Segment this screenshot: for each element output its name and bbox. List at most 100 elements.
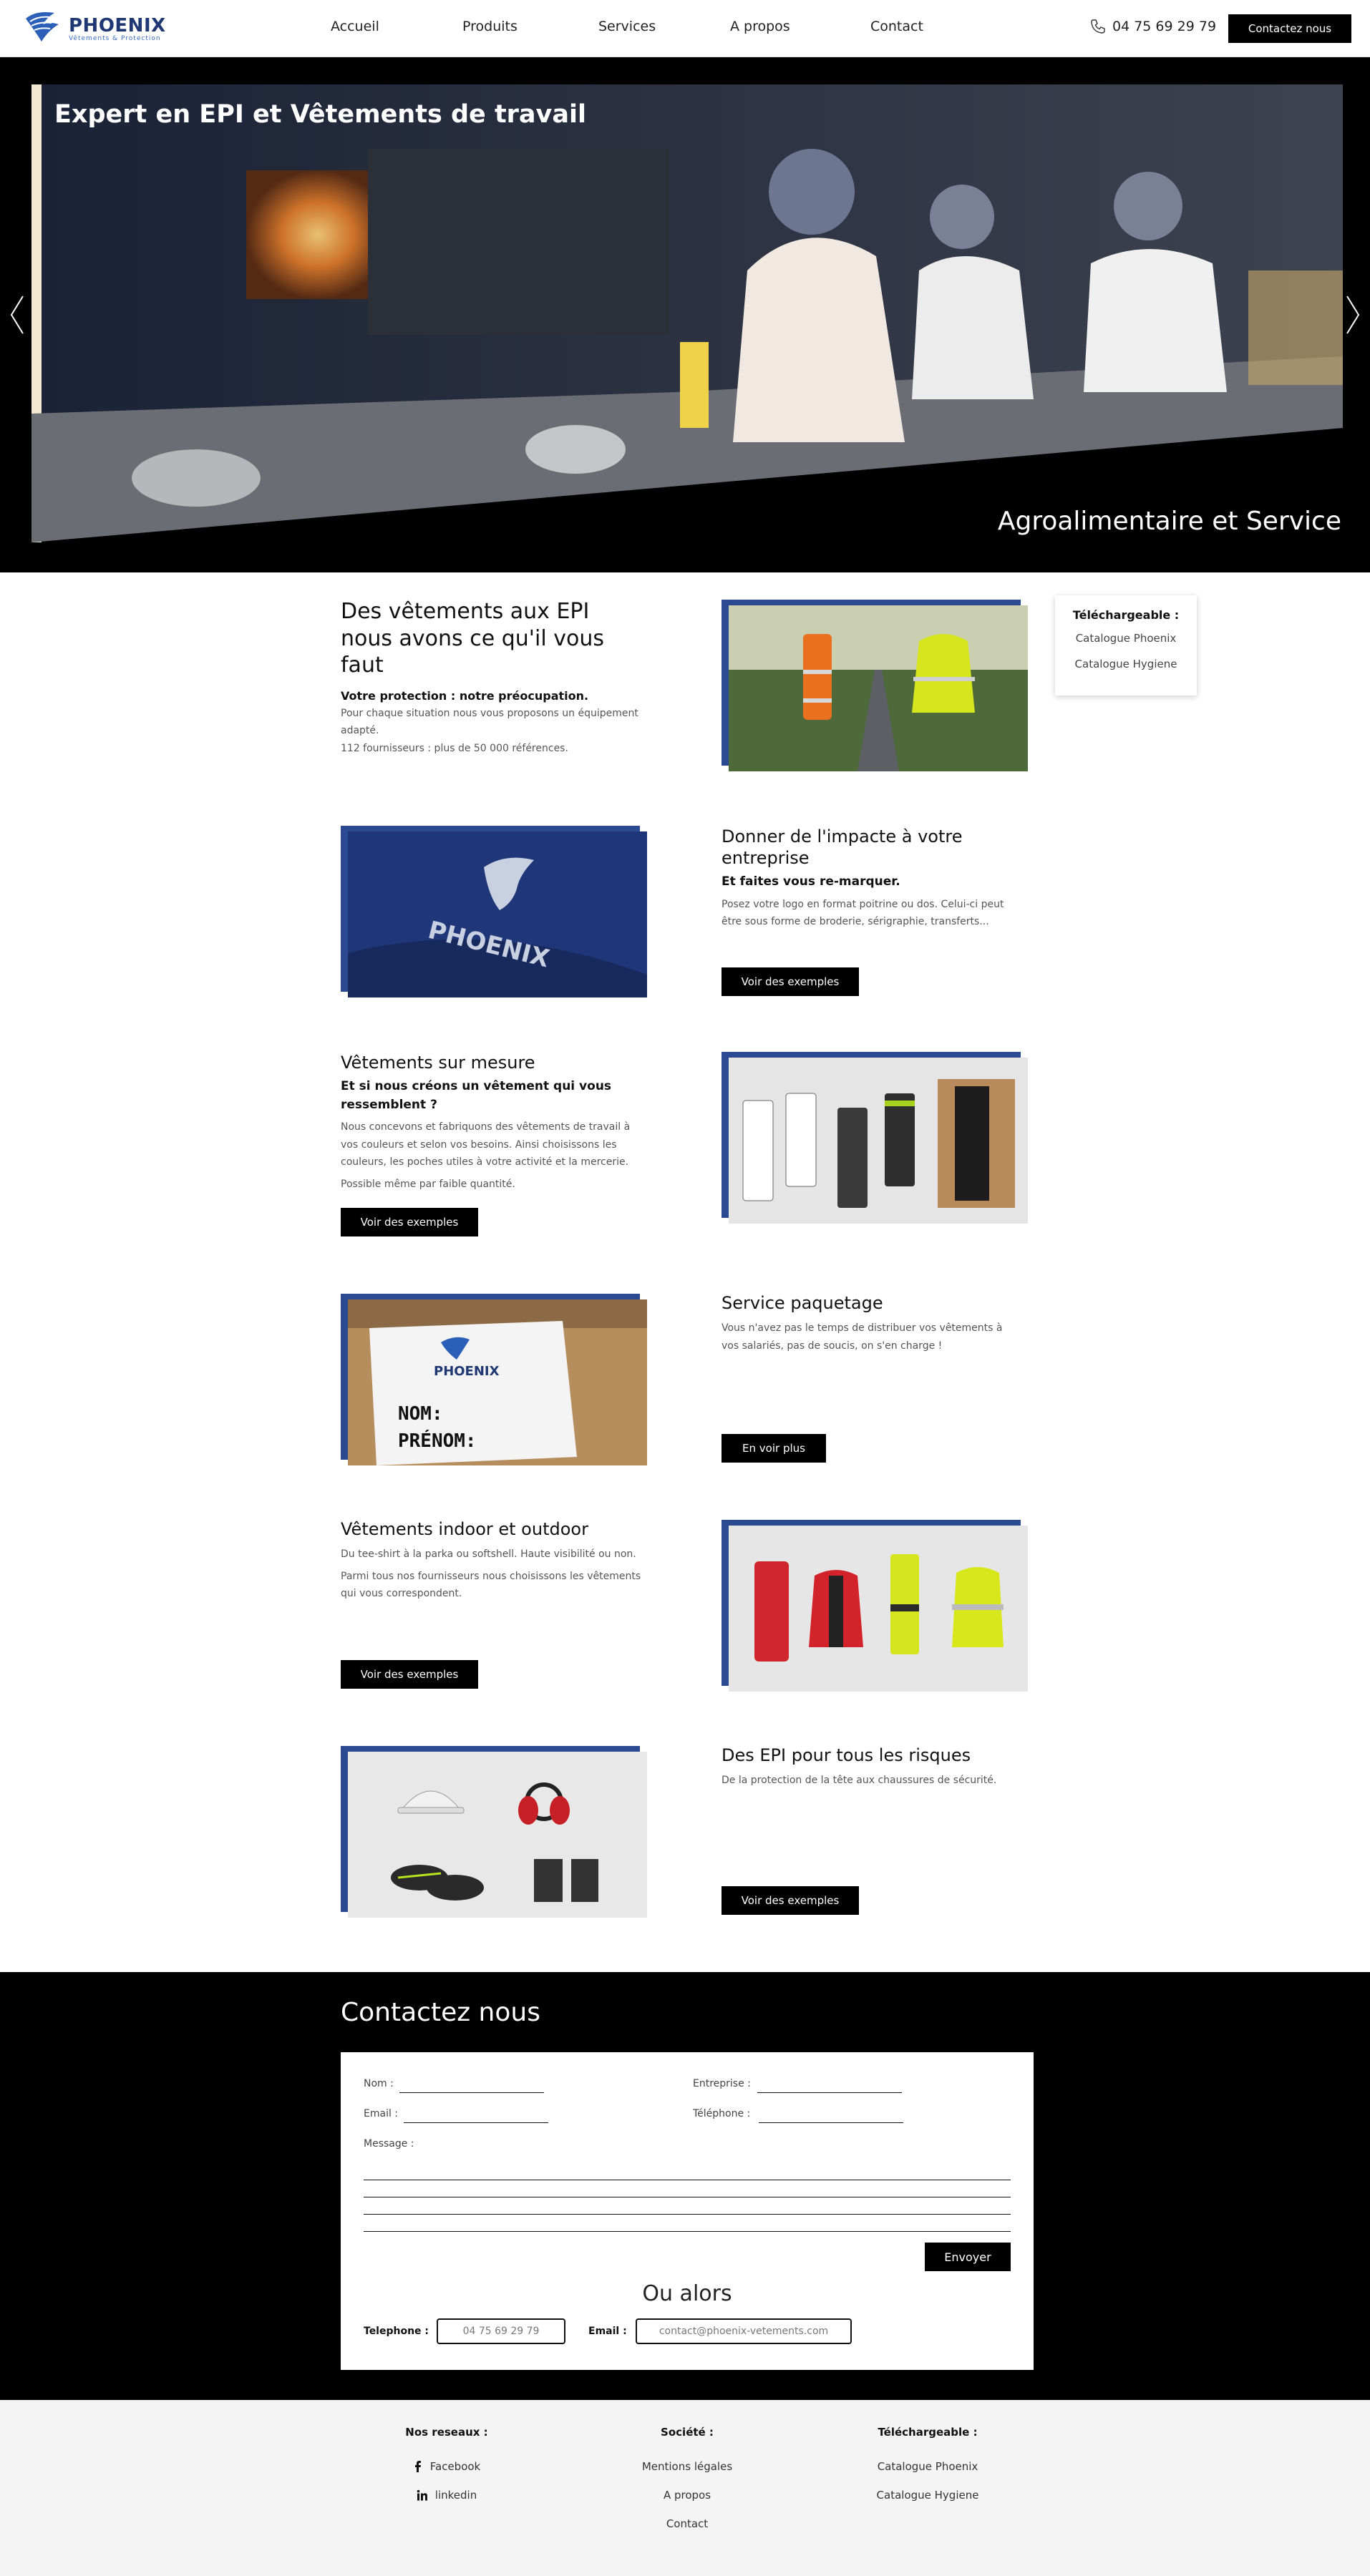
intro-text-2: 112 fournisseurs : plus de 50 000 référe… xyxy=(341,742,568,754)
epi-section: Des EPI pour tous les risques De la prot… xyxy=(722,1745,1022,1790)
box-label-nom: NOM: xyxy=(398,1403,443,1425)
nav-services[interactable]: Services xyxy=(598,19,656,34)
slider-prev-arrow-icon[interactable] xyxy=(9,293,26,336)
epi-title: Des EPI pour tous les risques xyxy=(722,1745,971,1765)
custom-trousers-image xyxy=(729,1058,1028,1224)
footer-networks-title: Nos reseaux : xyxy=(405,2426,488,2439)
svg-text:PHOENIX: PHOENIX xyxy=(434,1364,500,1379)
intro-title: Des vêtements aux EPI nous avons ce qu'i… xyxy=(341,599,604,678)
custom-text-2: Possible même par faible quantité. xyxy=(341,1178,515,1190)
footer-downloads-title: Téléchargeable : xyxy=(878,2426,978,2439)
header-phone[interactable]: 04 75 69 29 79 xyxy=(1089,18,1216,35)
nom-label: Nom : xyxy=(364,2078,394,2089)
impact-title: Donner de l'impacte à votre entreprise xyxy=(722,826,963,868)
nav-accueil[interactable]: Accueil xyxy=(331,19,379,34)
nav-a-propos[interactable]: A propos xyxy=(730,19,790,34)
impact-examples-button[interactable]: Voir des exemples xyxy=(722,967,859,996)
custom-image xyxy=(722,1052,1028,1224)
hero-title: Expert en EPI et Vêtements de travail xyxy=(54,100,586,129)
custom-text: Nous concevons et fabriquons des vêtemen… xyxy=(341,1121,631,1168)
indoor-outdoor-text-2: Parmi tous nos fournisseurs nous choisis… xyxy=(341,1570,641,1600)
or-title: Ou alors xyxy=(642,2281,732,2306)
indoor-outdoor-text: Du tee-shirt à la parka ou softshell. Ha… xyxy=(341,1548,636,1560)
intro-text: Pour chaque situation nous vous proposon… xyxy=(341,707,638,737)
packaging-text: Vous n'avez pas le temps de distribuer v… xyxy=(722,1322,1003,1352)
packaging-more-button[interactable]: En voir plus xyxy=(722,1434,826,1463)
email-value-box[interactable]: contact@phoenix-vetements.com xyxy=(636,2318,852,2344)
telephone-field[interactable] xyxy=(759,2122,903,2123)
download-catalogue-phoenix[interactable]: Catalogue Phoenix xyxy=(1055,632,1197,645)
logo-branding-image: PHOENIX xyxy=(341,826,647,997)
hero-kitchen-image xyxy=(31,84,1343,542)
site-footer: Nos reseaux : Facebook linkedin Société … xyxy=(0,2400,1370,2576)
email-label: Email : xyxy=(364,2108,399,2119)
site-header: PHOENIX Vêtements & Protection Accueil P… xyxy=(0,0,1370,57)
intro-section: Des vêtements aux EPI nous avons ce qu'i… xyxy=(341,598,641,757)
impact-section: Donner de l'impacte à votre entreprise E… xyxy=(722,826,1022,931)
email-field[interactable] xyxy=(404,2122,548,2123)
indoor-outdoor-examples-button[interactable]: Voir des exemples xyxy=(341,1660,478,1689)
contact-us-button[interactable]: Contactez nous xyxy=(1228,14,1351,43)
facebook-icon xyxy=(414,2461,421,2472)
packaging-image: PHOENIX NOM: PRÉNOM: xyxy=(341,1294,647,1465)
entreprise-field[interactable] xyxy=(757,2092,902,2093)
downloads-card: Téléchargeable : Catalogue Phoenix Catal… xyxy=(1055,595,1197,696)
phone-label: Telephone : xyxy=(364,2326,429,2337)
footer-catalogue-hygiene-link[interactable]: Catalogue Hygiene xyxy=(856,2489,999,2502)
intro-image xyxy=(722,600,1028,771)
footer-networks: Nos reseaux : Facebook linkedin xyxy=(375,2426,518,2517)
custom-title: Vêtements sur mesure xyxy=(341,1053,535,1073)
phone-value-box[interactable]: 04 75 69 29 79 xyxy=(437,2318,565,2344)
footer-company-title: Société : xyxy=(661,2426,714,2439)
message-field[interactable] xyxy=(364,2172,1011,2234)
workwear-products-image xyxy=(729,1526,1028,1692)
download-catalogue-hygiene[interactable]: Catalogue Hygiene xyxy=(1055,658,1197,670)
impact-subtitle: Et faites vous re-marquer. xyxy=(722,874,900,889)
contact-form: Nom : Entreprise : Email : Téléphone : M… xyxy=(341,2052,1034,2370)
linkedin-label: linkedin xyxy=(434,2489,477,2502)
email-contact-label: Email : xyxy=(588,2326,627,2337)
embroidered-logo-image: PHOENIX xyxy=(348,831,647,997)
send-button[interactable]: Envoyer xyxy=(925,2243,1011,2271)
entreprise-label: Entreprise : xyxy=(693,2078,751,2089)
footer-company: Société : Mentions légales A propos Cont… xyxy=(616,2426,759,2546)
linkedin-icon xyxy=(417,2489,427,2501)
footer-a-propos-link[interactable]: A propos xyxy=(616,2489,759,2502)
epi-text: De la protection de la tête aux chaussur… xyxy=(722,1775,997,1786)
packaging-title: Service paquetage xyxy=(722,1293,883,1313)
box-label-prenom: PRÉNOM: xyxy=(398,1429,477,1452)
nav-contact[interactable]: Contact xyxy=(870,19,923,34)
custom-subtitle: Et si nous créons un vêtement qui vous r… xyxy=(341,1079,612,1112)
epi-examples-button[interactable]: Voir des exemples xyxy=(722,1886,859,1915)
epi-products-image xyxy=(348,1752,647,1918)
nom-field[interactable] xyxy=(399,2092,544,2093)
footer-downloads: Téléchargeable : Catalogue Phoenix Catal… xyxy=(856,2426,999,2517)
hero-subtitle: Agroalimentaire et Service xyxy=(997,507,1341,536)
message-label: Message : xyxy=(364,2138,414,2150)
footer-facebook-link[interactable]: Facebook xyxy=(375,2460,518,2473)
header-phone-number: 04 75 69 29 79 xyxy=(1112,19,1217,34)
facebook-label: Facebook xyxy=(429,2460,481,2473)
nav-produits[interactable]: Produits xyxy=(462,19,518,34)
downloads-title: Téléchargeable : xyxy=(1072,608,1180,622)
indoor-outdoor-section: Vêtements indoor et outdoor Du tee-shirt… xyxy=(341,1518,641,1603)
custom-examples-button[interactable]: Voir des exemples xyxy=(341,1208,478,1236)
intro-subtitle: Votre protection : notre préocupation. xyxy=(341,688,589,703)
telephone-label: Téléphone : xyxy=(693,2108,751,2119)
phone-icon xyxy=(1091,19,1105,34)
footer-linkedin-link[interactable]: linkedin xyxy=(375,2489,518,2502)
hivis-road-image xyxy=(729,605,1028,771)
footer-catalogue-phoenix-link[interactable]: Catalogue Phoenix xyxy=(856,2460,999,2473)
indoor-outdoor-image xyxy=(722,1520,1028,1692)
slider-next-arrow-icon[interactable] xyxy=(1344,293,1361,336)
custom-section: Vêtements sur mesure Et si nous créons u… xyxy=(341,1052,641,1193)
hero-slider: Expert en EPI et Vêtements de travail Ag… xyxy=(0,57,1370,572)
packaging-section: Service paquetage Vous n'avez pas le tem… xyxy=(722,1292,1022,1355)
footer-mentions-link[interactable]: Mentions légales xyxy=(616,2460,759,2473)
contact-title: Contactez nous xyxy=(341,1998,540,2027)
epi-image xyxy=(341,1746,647,1918)
contact-section: Contactez nous Nom : Entreprise : Email … xyxy=(0,1972,1370,2400)
footer-contact-link[interactable]: Contact xyxy=(616,2517,759,2530)
impact-text: Posez votre logo en format poitrine ou d… xyxy=(722,898,1004,928)
packaging-box-image: PHOENIX NOM: PRÉNOM: xyxy=(348,1299,647,1465)
